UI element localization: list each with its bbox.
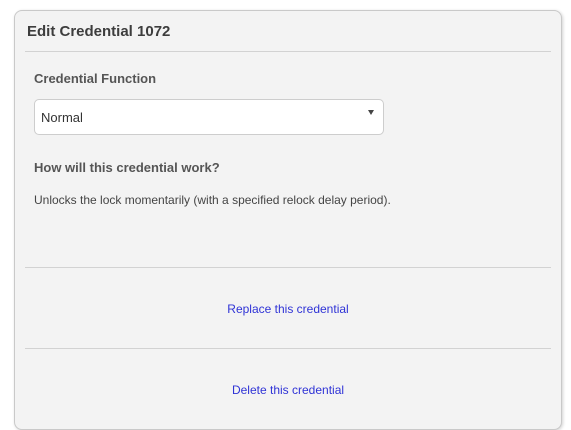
- replace-credential-link[interactable]: Replace this credential: [25, 302, 551, 316]
- credential-function-value: Normal: [41, 110, 83, 125]
- chevron-down-icon: [368, 110, 374, 115]
- edit-credential-panel: Edit Credential 1072 Credential Function…: [14, 10, 562, 430]
- credential-function-select[interactable]: Normal: [34, 99, 384, 135]
- credential-function-label: Credential Function: [34, 71, 157, 86]
- how-it-works-description: Unlocks the lock momentarily (with a spe…: [34, 193, 391, 207]
- section-divider: [25, 267, 551, 268]
- actions-divider: [25, 348, 551, 349]
- panel-title: Edit Credential 1072: [27, 23, 171, 40]
- delete-credential-link[interactable]: Delete this credential: [25, 383, 551, 397]
- title-divider: [25, 51, 551, 52]
- how-it-works-heading: How will this credential work?: [34, 160, 220, 175]
